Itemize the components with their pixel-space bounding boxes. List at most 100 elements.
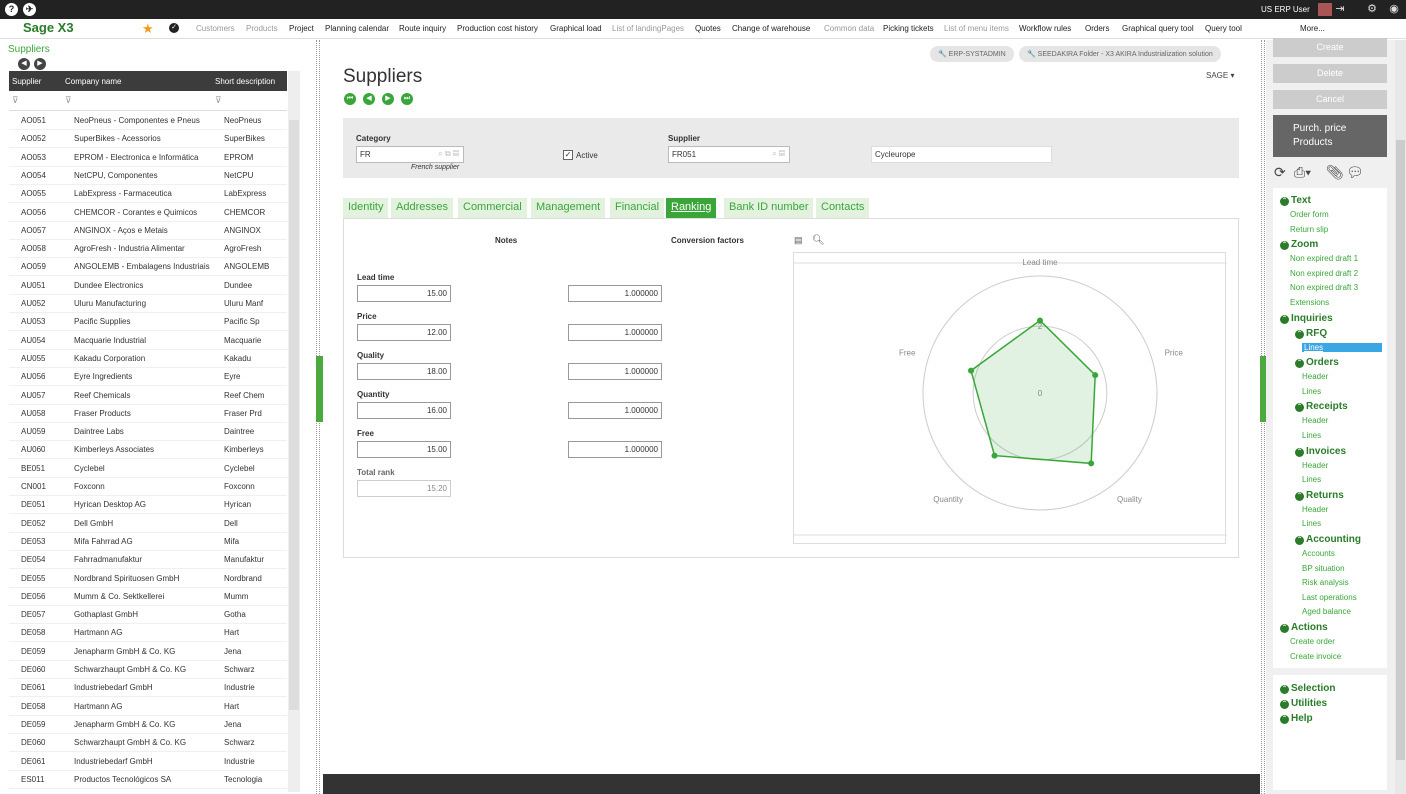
logout-icon[interactable]: ⇥ (1334, 3, 1346, 15)
table-row[interactable]: AU060 Kimberleys Associates Kimberleys (9, 441, 287, 460)
table-row[interactable]: AU051 Dundee Electronics Dundee (9, 277, 287, 295)
menu-section[interactable]: ⌃ Invoices (1295, 446, 1346, 457)
table-row[interactable]: AO053 EPROM - Electronica e Informática EP… (9, 149, 287, 167)
notes-field[interactable]: 18.00 (357, 363, 451, 380)
menu-section[interactable]: ⌃ Utilities (1280, 698, 1327, 709)
factor-field[interactable]: 1.000000 (568, 441, 662, 458)
category-field[interactable]: FR ⌕ ⧉ ▤ (356, 146, 464, 163)
menu-section[interactable]: ⌃ Zoom (1280, 239, 1318, 251)
zoom-icon[interactable]: 🔍︎ (812, 235, 825, 246)
tab-management[interactable]: Management (531, 198, 606, 218)
purch-price-button[interactable]: Purch. price Products (1273, 115, 1387, 157)
notes-field[interactable]: 16.00 (357, 402, 451, 419)
nav-item[interactable]: Customers (196, 24, 235, 33)
table-row[interactable]: DE058 Hartmann AG Hart (9, 624, 287, 643)
notes-field[interactable]: 15.00 (357, 285, 451, 302)
table-row[interactable]: AO055 LabExpress - Farmaceutica LabExpress (9, 185, 287, 204)
nav-item[interactable]: Picking tickets (883, 24, 934, 33)
filter-icon[interactable]: ⊽ (65, 95, 72, 106)
menu-item[interactable]: Header (1302, 416, 1328, 425)
notes-field[interactable]: 15.00 (357, 441, 451, 458)
table-row[interactable]: DE054 Fahrradmanufaktur Manufaktur (9, 551, 287, 570)
nav-item[interactable]: List of menu items (944, 24, 1009, 33)
menu-section[interactable]: ⌃ Returns (1295, 490, 1344, 501)
nav-item[interactable]: Project (289, 24, 314, 33)
menu-item[interactable]: Create order (1290, 637, 1335, 646)
menu-section[interactable]: ⌃ RFQ (1295, 328, 1327, 339)
cancel-button[interactable]: Cancel (1273, 90, 1387, 109)
tab-ranking[interactable]: Ranking (666, 198, 717, 218)
factor-field[interactable]: 1.000000 (568, 285, 662, 302)
menu-section[interactable]: ⌃ Help (1280, 713, 1313, 724)
check-icon[interactable]: ✓ (169, 23, 179, 33)
nav-item[interactable]: Quotes (695, 24, 721, 33)
star-icon[interactable]: ★ (142, 21, 154, 37)
delete-button[interactable]: Delete (1273, 64, 1387, 83)
menu-item[interactable]: Non expired draft 1 (1290, 254, 1358, 263)
nav-item[interactable]: List of landingPages (612, 24, 684, 33)
table-row[interactable]: DE055 Nordbrand Spirituosen GmbH Nordbrand (9, 570, 287, 588)
table-row[interactable]: DE060 Schwarzhaupt GmbH & Co. KG Schwarz (9, 661, 287, 679)
table-row[interactable]: DE061 Industriebedarf GmbH Industrie (9, 679, 287, 698)
user-crumb[interactable]: 🔧 ERP-SYSTADMIN (930, 46, 1014, 62)
next-record-icon[interactable]: ▶ (382, 93, 394, 105)
table-row[interactable]: AU056 Eyre Ingredients Eyre (9, 368, 287, 387)
suppliers-link[interactable]: Suppliers (8, 44, 50, 55)
nav-item[interactable]: Query tool (1205, 24, 1242, 33)
menu-item[interactable]: Header (1302, 461, 1328, 470)
table-row[interactable]: AO052 SuperBikes - Acessorios SuperBikes (9, 130, 287, 149)
table-row[interactable]: AO056 CHEMCOR - Corantes e Quimicos CHEMCO… (9, 204, 287, 222)
tab-commercial[interactable]: Commercial (458, 198, 527, 218)
comment-icon[interactable]: 💬︎ (1346, 164, 1364, 181)
table-row[interactable]: AU054 Macquarie Industrial Macquarie (9, 332, 287, 350)
prev-page-icon[interactable]: ◀ (18, 58, 30, 70)
logo[interactable]: Sage X3 (23, 20, 74, 35)
table-row[interactable]: DE052 Dell GmbH Dell (9, 515, 287, 533)
table-row[interactable]: AU055 Kakadu Corporation Kakadu (9, 350, 287, 368)
menu-item[interactable]: Lines (1302, 387, 1321, 396)
menu-section[interactable]: ⌃ Receipts (1295, 401, 1348, 413)
factor-field[interactable]: 1.000000 (568, 402, 662, 419)
col-company[interactable]: Company name (65, 77, 121, 86)
menu-item[interactable]: Risk analysis (1302, 578, 1349, 587)
table-row[interactable]: AO059 ANGOLEMB - Embalagens Industriais AN… (9, 258, 287, 277)
compass-icon[interactable]: ◉ (1388, 3, 1400, 15)
table-row[interactable]: DE059 Jenapharm GmbH & Co. KG Jena (9, 716, 287, 734)
menu-item[interactable]: Header (1302, 505, 1328, 514)
nav-item[interactable]: Orders (1085, 24, 1109, 33)
menu-item[interactable]: Last operations (1302, 593, 1357, 602)
nav-item[interactable]: More... (1300, 24, 1325, 33)
user-name[interactable]: US ERP User (1261, 5, 1310, 14)
table-row[interactable]: DE060 Schwarzhaupt GmbH & Co. KG Schwarz (9, 734, 287, 753)
table-view-icon[interactable]: ▤ (794, 235, 803, 246)
table-row[interactable]: DE058 Hartmann AG Hart (9, 698, 287, 716)
nav-item[interactable]: Workflow rules (1019, 24, 1071, 33)
table-row[interactable]: AU057 Reef Chemicals Reef Chem (9, 387, 287, 405)
menu-section[interactable]: ⌃ Text (1280, 195, 1311, 206)
compass-icon[interactable]: ✈ (23, 3, 36, 16)
nav-item[interactable]: Change of warehouse (732, 24, 810, 33)
menu-section[interactable]: ⌃ Selection (1280, 683, 1335, 694)
table-row[interactable]: AO057 ANGINOX - Aços e Metais ANGINOX (9, 222, 287, 240)
menu-item[interactable]: Lines (1302, 431, 1321, 440)
table-row[interactable]: AO051 NeoPneus - Componentes e Pneus NeoPn… (9, 112, 287, 130)
active-checkbox[interactable]: ✓ (563, 150, 573, 160)
menu-section[interactable]: ⌃ Accounting (1295, 534, 1361, 545)
col-short-desc[interactable]: Short description (215, 77, 275, 86)
menu-item[interactable]: Create invoice (1290, 652, 1341, 661)
nav-item[interactable]: Planning calendar (325, 24, 389, 33)
table-row[interactable]: AU053 Pacific Supplies Pacific Sp (9, 313, 287, 332)
table-row[interactable]: CN001 Foxconn Foxconn (9, 478, 287, 496)
search-icon[interactable]: ⌕ ▤ (772, 149, 785, 159)
last-record-icon[interactable]: ⏭ (401, 93, 413, 105)
menu-item[interactable]: Header (1302, 372, 1328, 381)
table-row[interactable]: DE051 Hyrican Desktop AG Hyrican (9, 496, 287, 515)
nav-item[interactable]: Route inquiry (399, 24, 446, 33)
tab-contacts[interactable]: Contacts (816, 198, 870, 218)
menu-section[interactable]: ⌃ Orders (1295, 357, 1339, 369)
search-icon[interactable]: ⌕ ⧉ ▤ (438, 149, 459, 159)
tab-addresses[interactable]: Addresses (391, 198, 453, 218)
nav-item[interactable]: Common data (824, 24, 874, 33)
nav-item[interactable]: Graphical load (550, 24, 602, 33)
attachment-icon[interactable]: 📎︎ (1326, 164, 1344, 181)
